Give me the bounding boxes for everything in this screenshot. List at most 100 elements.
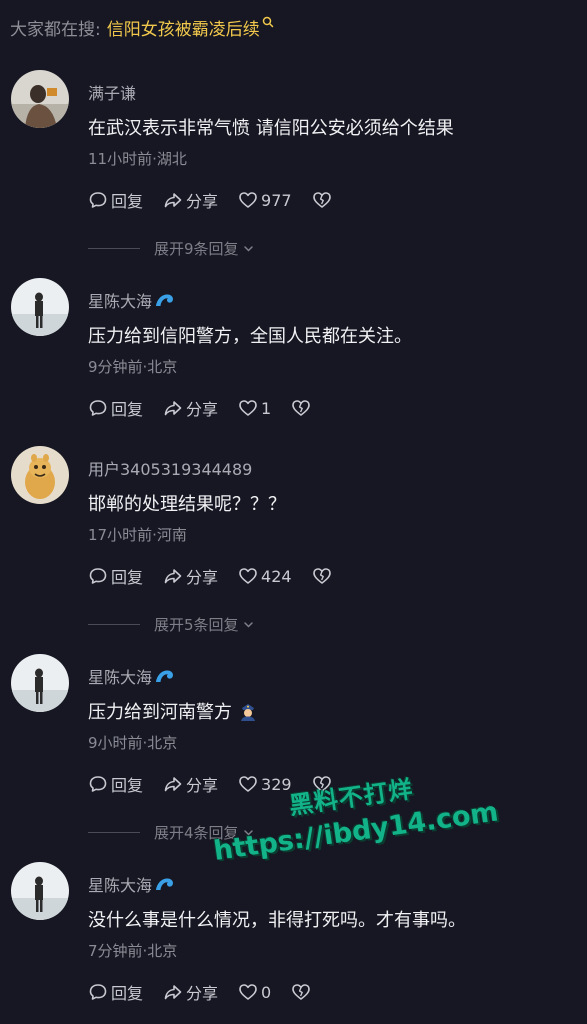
broken-heart-icon — [292, 984, 311, 1000]
like-button[interactable]: 977 — [238, 190, 292, 210]
broken-heart-icon — [312, 192, 331, 208]
comment-username[interactable]: 星陈大海 — [88, 664, 175, 688]
avatar[interactable] — [11, 654, 69, 712]
chevron-down-icon — [243, 622, 253, 628]
expand-replies-button[interactable]: 展开5条回复 — [88, 614, 255, 635]
search-suggestion-bar[interactable]: 大家都在搜: 信阳女孩被霸凌后续 — [10, 14, 274, 40]
reply-label: 回复 — [111, 776, 144, 795]
share-label: 分享 — [186, 568, 219, 587]
share-arrow-icon — [164, 777, 182, 792]
username-text[interactable]: 星陈大海 — [88, 288, 152, 312]
comment-meta: 7分钟前·北京 — [88, 942, 178, 960]
comment-actions: 回复 分享 0 — [88, 980, 314, 1004]
reply-bubble-icon — [89, 984, 107, 1000]
username-text[interactable]: 星陈大海 — [88, 872, 152, 896]
share-button[interactable]: 分享 — [163, 396, 218, 420]
reply-label: 回复 — [111, 568, 144, 587]
reply-bubble-icon — [89, 400, 107, 416]
wave-badge-icon — [156, 878, 174, 890]
share-button[interactable]: 分享 — [163, 188, 218, 212]
search-prefix-label: 大家都在搜: — [10, 19, 101, 40]
share-arrow-icon — [164, 985, 182, 1000]
comment-meta: 9小时前·北京 — [88, 734, 178, 752]
expand-replies-label: 展开9条回复 — [154, 240, 239, 258]
comment-actions: 回复 分享 977 — [88, 188, 335, 212]
heart-icon — [239, 568, 257, 584]
share-button[interactable]: 分享 — [163, 980, 218, 1004]
share-button[interactable]: 分享 — [163, 564, 218, 588]
share-arrow-icon — [164, 401, 182, 416]
username-text[interactable]: 满子谦 — [88, 80, 136, 104]
reply-button[interactable]: 回复 — [88, 980, 143, 1004]
reply-bubble-icon — [89, 776, 107, 792]
dislike-button[interactable] — [312, 774, 335, 794]
like-button[interactable]: 424 — [238, 566, 292, 586]
comment-meta: 17小时前·河南 — [88, 526, 187, 544]
share-label: 分享 — [186, 984, 219, 1003]
expand-replies-button[interactable]: 展开9条回复 — [88, 238, 255, 259]
comment-text-content: 压力给到信阳警方，全国人民都在关注。 — [88, 326, 412, 347]
username-text[interactable]: 星陈大海 — [88, 664, 152, 688]
heart-icon — [239, 192, 257, 208]
reply-bubble-icon — [89, 568, 107, 584]
like-button[interactable]: 1 — [238, 398, 271, 418]
like-count: 1 — [261, 398, 272, 418]
avatar[interactable] — [11, 70, 69, 128]
comment-text: 在武汉表示非常气愤 请信阳公安必须给个结果 — [88, 114, 454, 140]
avatar[interactable] — [11, 446, 69, 504]
like-count: 424 — [261, 566, 292, 586]
wave-badge-icon — [156, 670, 174, 682]
heart-icon — [239, 984, 257, 1000]
divider — [88, 832, 140, 833]
like-count: 0 — [261, 982, 272, 1002]
reply-button[interactable]: 回复 — [88, 564, 143, 588]
chevron-down-icon — [243, 830, 253, 836]
reply-label: 回复 — [111, 192, 144, 211]
wave-badge-icon — [156, 294, 174, 306]
reply-label: 回复 — [111, 400, 144, 419]
reply-button[interactable]: 回复 — [88, 772, 143, 796]
heart-icon — [239, 776, 257, 792]
comment-text: 压力给到信阳警方，全国人民都在关注。 — [88, 322, 412, 348]
username-text[interactable]: 用户3405319344489 — [88, 456, 252, 480]
comment-text: 邯郸的处理结果呢？？？ — [88, 490, 286, 516]
heart-icon — [239, 400, 257, 416]
comment-username[interactable]: 用户3405319344489 — [88, 456, 252, 480]
comment-meta: 9分钟前·北京 — [88, 358, 178, 376]
comment-text: 没什么事是什么情况，非得打死吗。才有事吗。 — [88, 906, 466, 932]
police-officer-emoji-icon — [241, 704, 255, 721]
dislike-button[interactable] — [312, 190, 335, 210]
expand-replies-label: 展开5条回复 — [154, 616, 239, 634]
reply-bubble-icon — [89, 192, 107, 208]
comment-text-content: 在武汉表示非常气愤 请信阳公安必须给个结果 — [88, 118, 454, 139]
comment-username[interactable]: 星陈大海 — [88, 872, 175, 896]
reply-button[interactable]: 回复 — [88, 188, 143, 212]
dislike-button[interactable] — [312, 566, 335, 586]
search-icon[interactable] — [262, 16, 274, 28]
broken-heart-icon — [292, 400, 311, 416]
comment-username[interactable]: 满子谦 — [88, 80, 136, 104]
comment-username[interactable]: 星陈大海 — [88, 288, 175, 312]
avatar[interactable] — [11, 278, 69, 336]
expand-replies-label: 展开4条回复 — [154, 824, 239, 842]
like-count: 977 — [261, 190, 292, 210]
like-count: 329 — [261, 774, 292, 794]
reply-button[interactable]: 回复 — [88, 396, 143, 420]
comment-text-content: 压力给到河南警方 — [88, 702, 232, 723]
comment-text-content: 没什么事是什么情况，非得打死吗。才有事吗。 — [88, 910, 466, 931]
dislike-button[interactable] — [291, 398, 314, 418]
share-label: 分享 — [186, 192, 219, 211]
like-button[interactable]: 329 — [238, 774, 292, 794]
expand-replies-button[interactable]: 展开4条回复 — [88, 822, 255, 843]
like-button[interactable]: 0 — [238, 982, 271, 1002]
comment-meta: 11小时前·湖北 — [88, 150, 187, 168]
share-button[interactable]: 分享 — [163, 772, 218, 796]
comment-text-content: 邯郸的处理结果呢？？？ — [88, 494, 286, 515]
dislike-button[interactable] — [291, 982, 314, 1002]
avatar[interactable] — [11, 862, 69, 920]
comment-actions: 回复 分享 329 — [88, 772, 335, 796]
search-suggestion-term[interactable]: 信阳女孩被霸凌后续 — [107, 15, 260, 40]
reply-label: 回复 — [111, 984, 144, 1003]
broken-heart-icon — [312, 776, 331, 792]
share-arrow-icon — [164, 569, 182, 584]
